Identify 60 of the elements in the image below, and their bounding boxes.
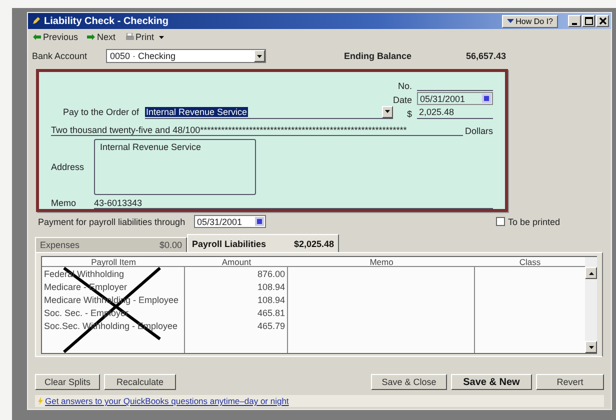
print-button[interactable]: Print xyxy=(124,32,164,42)
scrollbar[interactable] xyxy=(585,257,597,353)
calendar-icon[interactable] xyxy=(255,217,264,226)
pencil-icon xyxy=(32,17,40,25)
close-button[interactable] xyxy=(596,15,609,27)
lightning-icon xyxy=(38,397,43,405)
date-field[interactable]: 05/31/2001 xyxy=(417,92,493,105)
balance-value: 56,657.43 xyxy=(466,51,506,61)
field-label: Memo xyxy=(51,198,78,209)
minimize-button[interactable] xyxy=(568,15,581,27)
date-field[interactable]: 05/31/2001 xyxy=(194,215,266,228)
dropdown-arrow-icon xyxy=(159,36,164,38)
field-label: Pay to the Order of xyxy=(63,107,140,117)
dropdown-arrow-icon xyxy=(385,110,390,113)
payee-dropdown[interactable]: Internal Revenue Service xyxy=(145,105,393,119)
dropdown-arrow-icon xyxy=(506,19,514,23)
action-button[interactable]: Recalculate xyxy=(104,374,176,390)
table-cell-text: 465.81 xyxy=(256,307,286,320)
tab[interactable]: Payroll Liabilities $2,025.48 xyxy=(187,234,339,252)
column-header: Memo xyxy=(288,257,475,267)
action-button[interactable]: Save & New xyxy=(451,374,532,390)
address-field[interactable]: Internal Revenue Service xyxy=(94,139,256,195)
field-label: Payment for payroll liabilities through xyxy=(38,216,186,226)
table-cell-text: 465.79 xyxy=(256,320,286,333)
amount-field[interactable]: 2,025.48 xyxy=(417,106,493,119)
field-label: Dollars xyxy=(464,126,493,136)
right-arrow-icon xyxy=(86,33,96,41)
dropdown-arrow-icon xyxy=(257,54,262,58)
field-label: Date xyxy=(392,95,412,105)
down-arrow-icon xyxy=(588,346,594,348)
close-icon xyxy=(598,17,606,25)
account-dropdown[interactable]: 0050 · Checking xyxy=(106,49,266,63)
action-button[interactable]: Revert xyxy=(536,374,604,390)
column-header: Amount xyxy=(185,257,288,267)
field-label: No. xyxy=(396,81,412,91)
table-cell-text: 108.94 xyxy=(256,281,286,294)
window-title: Liability Check - Checking xyxy=(44,16,170,26)
memo-field[interactable]: 43-6013343 xyxy=(94,198,493,209)
column-header: Class xyxy=(475,257,585,267)
field-label: Bank Account xyxy=(32,51,88,61)
maximize-button[interactable] xyxy=(582,15,595,27)
currency-symbol: $ xyxy=(406,109,412,119)
help-dropdown-button[interactable]: How Do I? xyxy=(502,14,558,28)
printer-icon xyxy=(124,33,135,41)
table-cell-text: 108.94 xyxy=(256,294,286,307)
up-arrow-icon xyxy=(588,272,594,274)
maximize-icon xyxy=(584,17,592,25)
action-button[interactable]: Clear Splits xyxy=(35,374,100,390)
column-header: Payroll Item xyxy=(42,257,185,267)
action-button[interactable]: Save & Close xyxy=(371,374,447,390)
field-label: Address xyxy=(51,162,86,172)
table-cell-text: 876.00 xyxy=(256,268,286,281)
calendar-icon[interactable] xyxy=(482,94,491,103)
prev-button[interactable]: Previous xyxy=(32,32,78,42)
to-be-printed-checkbox[interactable]: To be printed xyxy=(496,216,560,226)
balance-label: Ending Balance xyxy=(344,51,413,61)
next-button[interactable]: Next xyxy=(86,32,116,42)
amount-in-words: Two thousand twenty-five and 48/100*********************************************************** xyxy=(51,125,463,136)
left-arrow-icon xyxy=(32,33,42,41)
tab[interactable]: Expenses $0.00 xyxy=(35,237,187,252)
